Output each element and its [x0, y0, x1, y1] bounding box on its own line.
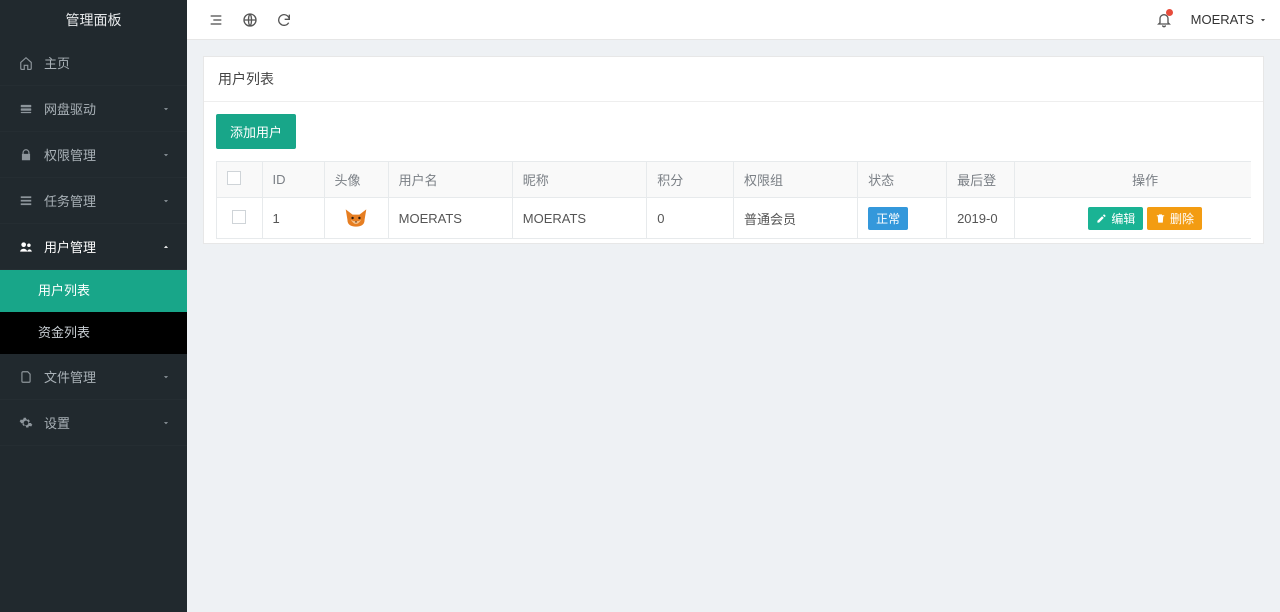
sidebar-item-label: 网盘驱动	[44, 99, 96, 118]
sidebar-item-settings[interactable]: 设置	[0, 400, 187, 446]
trash-icon	[1155, 213, 1166, 224]
col-avatar: 头像	[324, 162, 388, 198]
user-menu[interactable]: MOERATS	[1191, 12, 1268, 27]
chevron-up-icon	[161, 242, 171, 252]
cell-status: 正常	[858, 198, 947, 239]
col-last-login: 最后登	[947, 162, 1015, 198]
table-header-row: ID 头像 用户名 昵称 积分 权限组 状态 最后登 操作	[217, 162, 1252, 198]
chevron-down-icon	[161, 372, 171, 382]
col-id: ID	[262, 162, 324, 198]
col-status: 状态	[858, 162, 947, 198]
sidebar-item-label: 权限管理	[44, 145, 96, 164]
panel-title: 用户列表	[204, 57, 1263, 102]
cell-nickname: MOERATS	[512, 198, 646, 239]
col-group: 权限组	[734, 162, 858, 198]
avatar-fox-icon	[342, 206, 370, 230]
delete-label: 删除	[1170, 210, 1194, 227]
pencil-icon	[1096, 213, 1107, 224]
row-checkbox[interactable]	[232, 210, 246, 224]
sidebar-submenu-users: 用户列表 资金列表	[0, 270, 187, 354]
user-table: ID 头像 用户名 昵称 积分 权限组 状态 最后登 操作	[216, 161, 1251, 239]
notification-dot	[1166, 9, 1173, 16]
chevron-down-icon	[161, 104, 171, 114]
cell-actions: 编辑 删除	[1015, 198, 1251, 239]
sidebar-item-label: 文件管理	[44, 367, 96, 386]
main: MOERATS 用户列表 添加用户 ID	[187, 0, 1280, 612]
edit-button[interactable]: 编辑	[1088, 207, 1143, 230]
sidebar-item-tasks[interactable]: 任务管理	[0, 178, 187, 224]
col-actions: 操作	[1015, 162, 1251, 198]
chevron-down-icon	[161, 150, 171, 160]
lock-icon	[16, 148, 36, 162]
cell-points: 0	[647, 198, 734, 239]
col-username: 用户名	[388, 162, 512, 198]
sidebar-subitem-user-list[interactable]: 用户列表	[0, 270, 187, 312]
cell-id: 1	[262, 198, 324, 239]
sidebar-item-label: 主页	[44, 53, 70, 72]
cell-last-login: 2019-0	[947, 198, 1015, 239]
files-icon	[16, 370, 36, 384]
delete-button[interactable]: 删除	[1147, 207, 1202, 230]
sidebar-item-files[interactable]: 文件管理	[0, 354, 187, 400]
sidebar-menu: 主页 网盘驱动 权限管理	[0, 40, 187, 446]
home-icon	[16, 56, 36, 70]
users-icon	[16, 240, 36, 254]
cell-username: MOERATS	[388, 198, 512, 239]
edit-label: 编辑	[1111, 210, 1135, 227]
sidebar-item-users[interactable]: 用户管理	[0, 224, 187, 270]
status-badge: 正常	[868, 207, 908, 230]
add-user-button[interactable]: 添加用户	[216, 114, 296, 149]
sidebar-item-label: 设置	[44, 413, 70, 432]
chevron-down-icon	[1258, 15, 1268, 25]
sidebar-item-label: 用户管理	[44, 237, 96, 256]
sidebar-item-label: 任务管理	[44, 191, 96, 210]
sidebar-item-drives[interactable]: 网盘驱动	[0, 86, 187, 132]
sidebar-item-permissions[interactable]: 权限管理	[0, 132, 187, 178]
notifications-button[interactable]	[1147, 0, 1181, 40]
select-all-checkbox[interactable]	[227, 171, 241, 185]
toggle-sidebar-button[interactable]	[199, 0, 233, 40]
chevron-down-icon	[161, 196, 171, 206]
brand-title: 管理面板	[0, 0, 187, 40]
refresh-button[interactable]	[267, 0, 301, 40]
gear-icon	[16, 416, 36, 430]
drives-icon	[16, 102, 36, 116]
col-select	[217, 162, 263, 198]
cell-avatar	[324, 198, 388, 239]
sidebar-subitem-fund-list[interactable]: 资金列表	[0, 312, 187, 354]
sidebar-item-home[interactable]: 主页	[0, 40, 187, 86]
topbar: MOERATS	[187, 0, 1280, 40]
username-label: MOERATS	[1191, 12, 1254, 27]
globe-button[interactable]	[233, 0, 267, 40]
panel-user-list: 用户列表 添加用户 ID 头像 用户名	[203, 56, 1264, 244]
sidebar: 管理面板 主页 网盘驱动	[0, 0, 187, 612]
tasks-icon	[16, 194, 36, 208]
cell-group: 普通会员	[734, 198, 858, 239]
table-row: 1	[217, 198, 1252, 239]
col-points: 积分	[647, 162, 734, 198]
table-scroll[interactable]: ID 头像 用户名 昵称 积分 权限组 状态 最后登 操作	[216, 161, 1251, 239]
col-nickname: 昵称	[512, 162, 646, 198]
chevron-down-icon	[161, 418, 171, 428]
